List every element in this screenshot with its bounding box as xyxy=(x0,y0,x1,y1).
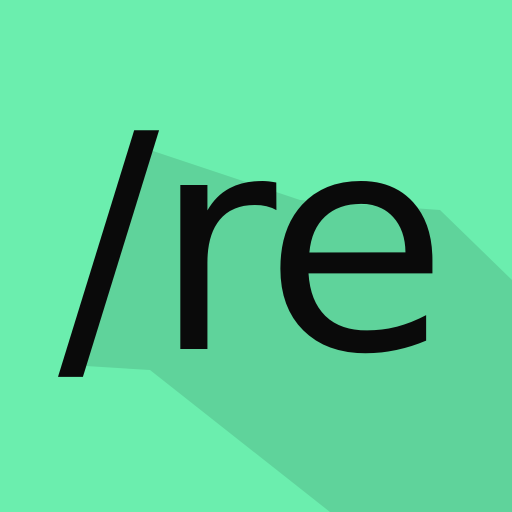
app-icon: /re xyxy=(0,0,512,512)
icon-glyph-text: /re xyxy=(58,71,448,420)
